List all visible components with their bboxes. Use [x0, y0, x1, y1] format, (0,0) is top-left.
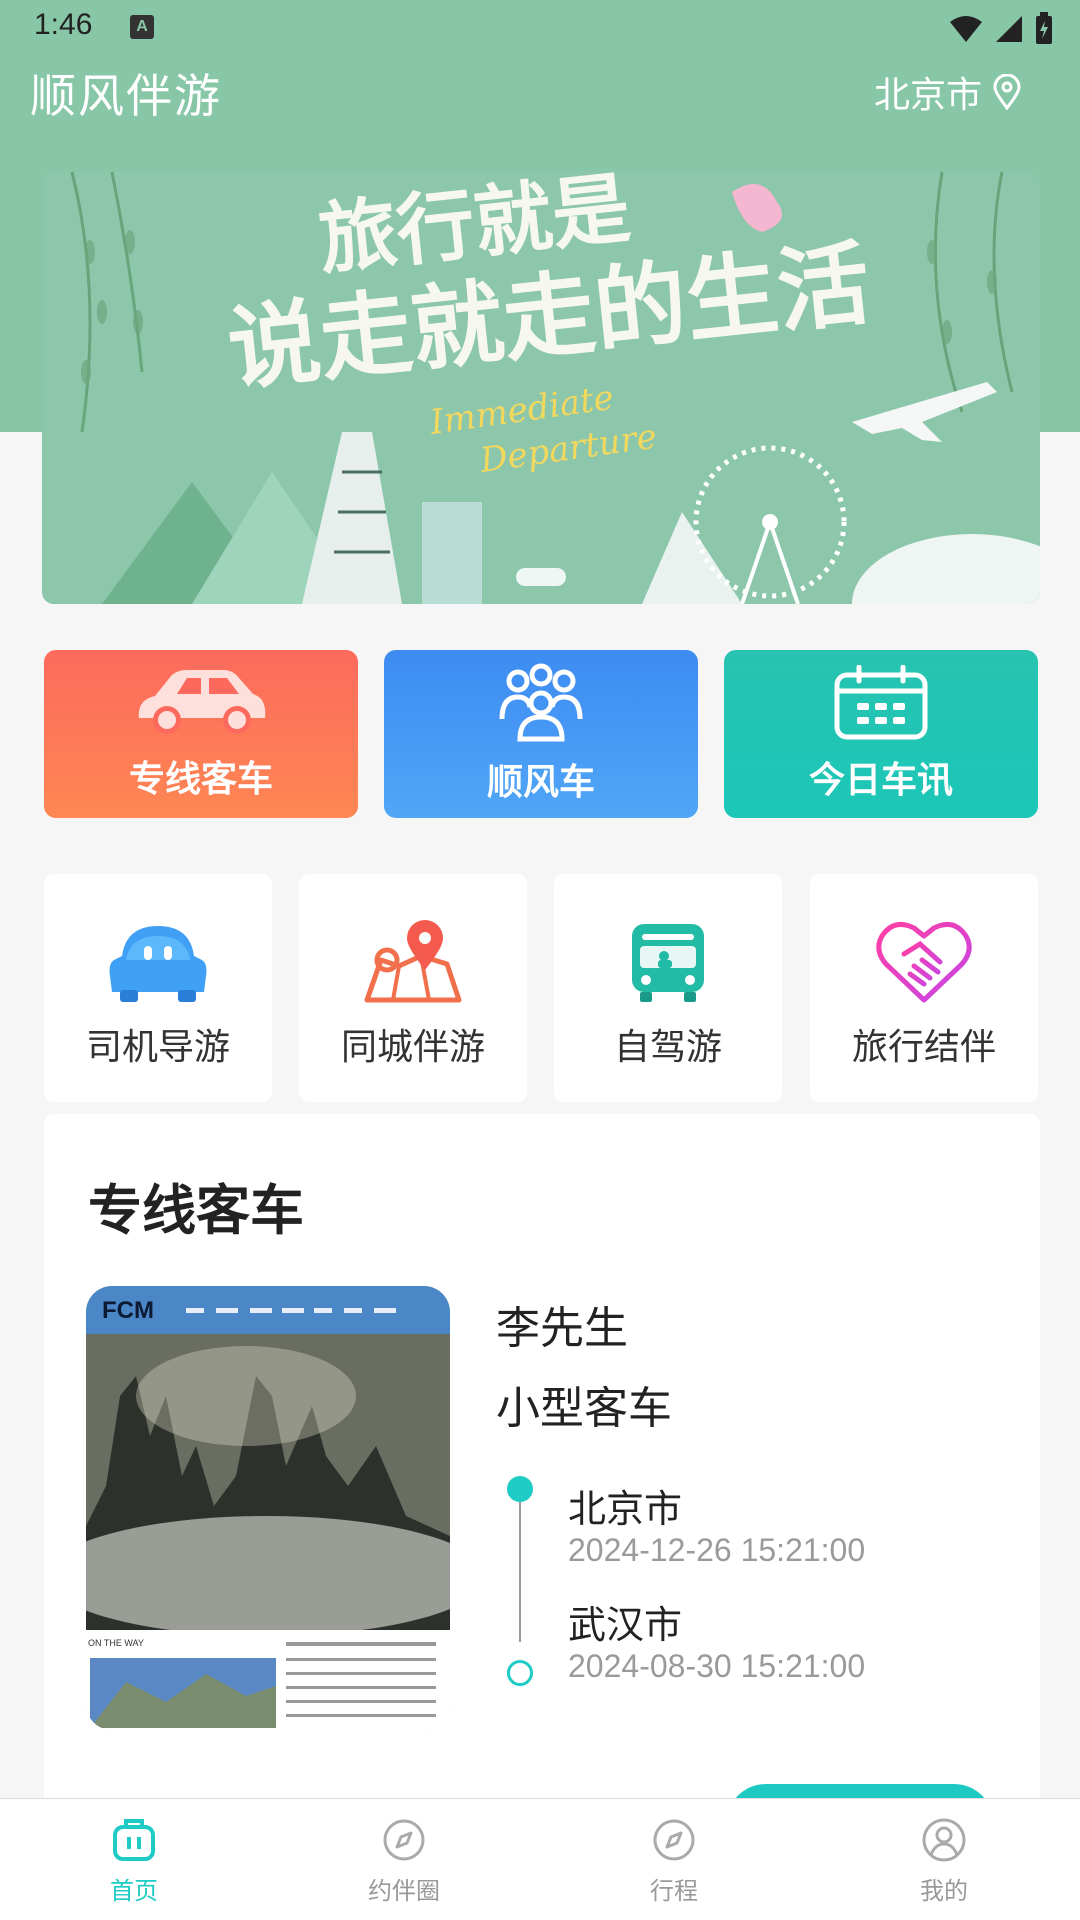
banner-page-indicator[interactable]	[516, 568, 566, 586]
service-today-news[interactable]: 今日车讯	[724, 650, 1038, 818]
service-label: 今日车讯	[808, 760, 953, 801]
signal-icon	[996, 16, 1022, 42]
heart-handshake-icon	[876, 921, 972, 1003]
section-title: 专线客车	[88, 1179, 304, 1242]
nav-trips[interactable]: 行程	[604, 1817, 744, 1906]
car-icon	[138, 670, 266, 734]
bottom-nav: 首页 约伴圈 行程 我的	[0, 1798, 1080, 1920]
thumbnail-caption: ON THE WAY	[88, 1638, 144, 1648]
service-label: 专线客车	[128, 759, 273, 800]
service-label: 旅行结伴	[851, 1027, 996, 1068]
route-end-dot	[507, 1660, 533, 1686]
status-time: 1:46	[34, 8, 93, 41]
service-label: 同城伴游	[340, 1027, 485, 1068]
listing-thumbnail[interactable]: FCM ON THE WAY	[86, 1286, 450, 1730]
nav-label: 我的	[920, 1877, 968, 1905]
service-driver-guide[interactable]: 司机导游	[44, 874, 272, 1102]
service-local-companion[interactable]: 同城伴游	[299, 874, 527, 1102]
vehicle-type: 小型客车	[496, 1383, 672, 1434]
location-pin-icon	[993, 74, 1021, 110]
banner-illustration: 旅行就是 说走就走的生活 Immediate Departure	[42, 172, 1040, 604]
route-start-dot	[507, 1476, 533, 1502]
service-self-drive[interactable]: 自驾游	[554, 874, 782, 1102]
status-bar: 1:46 A	[0, 0, 1080, 58]
nav-profile[interactable]: 我的	[874, 1817, 1014, 1906]
city-selector[interactable]: 北京市	[874, 66, 1022, 118]
route-line	[519, 1490, 521, 1642]
nav-home[interactable]: 首页	[64, 1817, 204, 1906]
arrival-city: 武汉市	[568, 1603, 683, 1647]
status-icons	[948, 12, 1054, 46]
nav-label: 首页	[110, 1877, 158, 1905]
driver-car-icon	[109, 926, 207, 1002]
group-icon	[499, 663, 583, 742]
compass-icon	[383, 1819, 425, 1861]
city-label: 北京市	[873, 75, 982, 116]
departure-city: 北京市	[568, 1487, 683, 1531]
compass-icon	[653, 1819, 695, 1861]
thumbnail-logo: FCM	[102, 1297, 154, 1324]
calendar-icon	[834, 665, 928, 740]
service-label: 司机导游	[85, 1027, 230, 1068]
map-pin-icon	[364, 920, 462, 1003]
battery-icon	[1036, 12, 1052, 44]
bus-icon	[632, 924, 704, 1002]
service-label: 自驾游	[613, 1027, 722, 1068]
service-rideshare[interactable]: 顺风车	[384, 650, 698, 818]
nav-label: 行程	[650, 1877, 698, 1905]
home-bag-icon	[113, 1819, 155, 1861]
service-dedicated-coach[interactable]: 专线客车	[44, 650, 358, 818]
nav-companion-circle[interactable]: 约伴圈	[334, 1817, 474, 1906]
coach-section: 专线客车 FCM ON THE WAY 李先生 小型客车 北京市 2024-12…	[44, 1114, 1040, 1844]
service-travel-partner[interactable]: 旅行结伴	[810, 874, 1038, 1102]
nav-label: 约伴圈	[368, 1877, 440, 1905]
wifi-icon	[950, 16, 982, 42]
departure-time: 2024-12-26 15:21:00	[568, 1532, 866, 1568]
service-label: 顺风车	[486, 762, 595, 803]
arrival-time: 2024-08-30 15:21:00	[568, 1648, 866, 1684]
user-icon	[922, 1818, 966, 1862]
promo-banner[interactable]: 旅行就是 说走就走的生活 Immediate Departure	[42, 172, 1040, 604]
notification-icon: A	[130, 15, 154, 39]
app-title: 顺风伴游	[30, 69, 222, 123]
driver-name: 李先生	[496, 1303, 628, 1354]
